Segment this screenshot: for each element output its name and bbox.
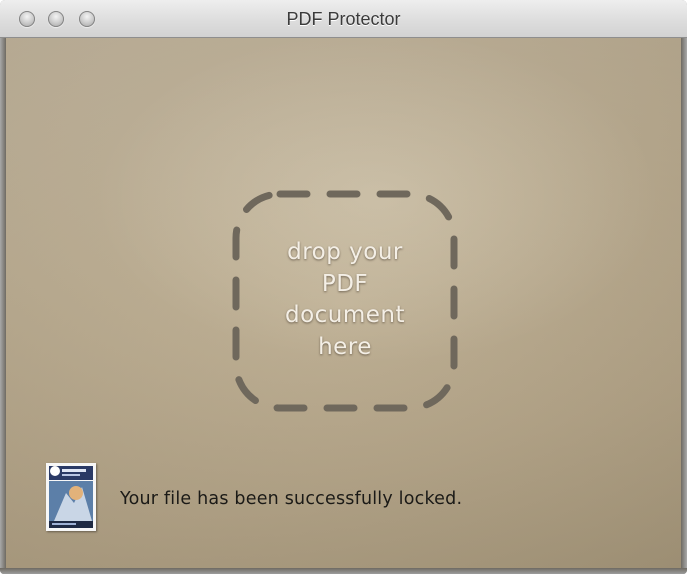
pdf-drop-zone[interactable]: drop your PDF document here xyxy=(232,190,458,412)
drop-zone-text: drop your PDF document here xyxy=(232,237,458,363)
drop-zone-line-1: drop your xyxy=(287,239,403,265)
drop-zone-line-4: here xyxy=(318,333,372,360)
title-bar[interactable]: PDF Protector xyxy=(0,0,687,38)
status-message: Your file has been successfully locked. xyxy=(120,489,463,509)
window-title: PDF Protector xyxy=(286,9,401,29)
window-frame-right xyxy=(681,38,687,574)
drop-zone-line-2: PDF xyxy=(321,270,369,297)
app-window: PDF Protector drop your PDF document her… xyxy=(0,0,687,574)
drop-zone-line-3: document xyxy=(284,302,406,328)
pdf-thumbnail-icon xyxy=(46,463,96,531)
window-frame-bottom xyxy=(0,568,687,574)
